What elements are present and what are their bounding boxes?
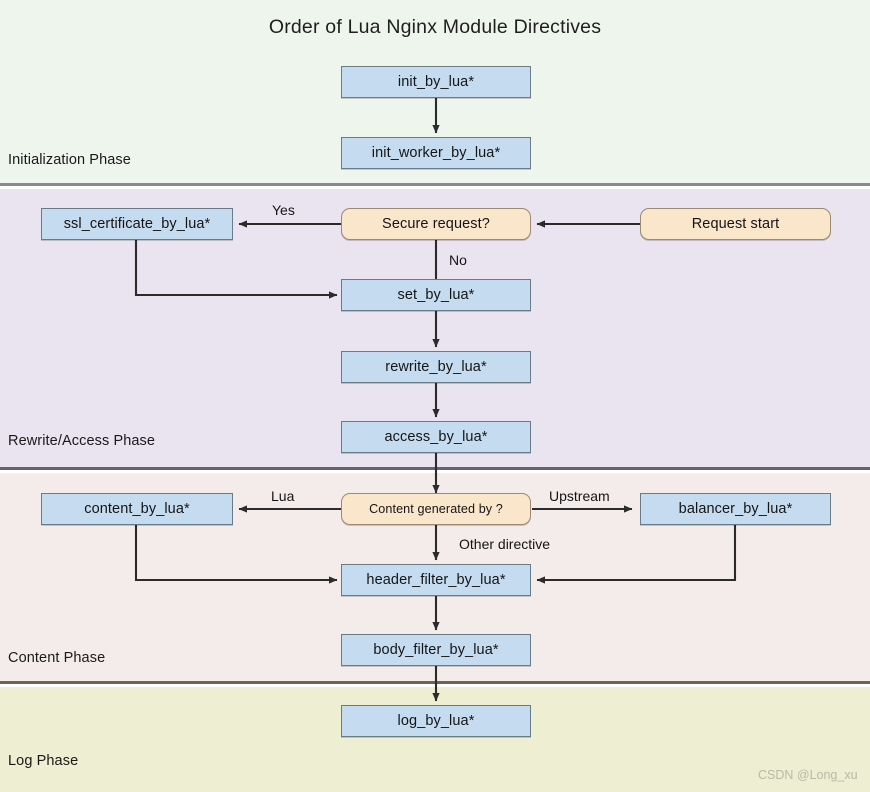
watermark: CSDN @Long_xu [758, 768, 858, 782]
node-label: set_by_lua* [397, 287, 475, 303]
node-content-generated-by[interactable]: Content generated by ? [341, 493, 531, 525]
node-header-filter-by-lua[interactable]: header_filter_by_lua* [341, 564, 531, 596]
node-label: Secure request? [382, 216, 490, 232]
lane-log-phase [0, 687, 870, 792]
node-balancer-by-lua[interactable]: balancer_by_lua* [640, 493, 831, 525]
flowchart-canvas: Order of Lua Nginx Module Directives ini… [0, 0, 870, 792]
node-request-start[interactable]: Request start [640, 208, 831, 240]
node-init-by-lua[interactable]: init_by_lua* [341, 66, 531, 98]
node-label: body_filter_by_lua* [373, 642, 499, 658]
node-access-by-lua[interactable]: access_by_lua* [341, 421, 531, 453]
node-rewrite-by-lua[interactable]: rewrite_by_lua* [341, 351, 531, 383]
phase-label-initialization: Initialization Phase [8, 152, 131, 168]
node-label: init_by_lua* [397, 74, 475, 90]
node-label: Content generated by ? [369, 502, 503, 516]
edge-label-yes: Yes [272, 202, 295, 218]
node-init-worker-by-lua[interactable]: init_worker_by_lua* [341, 137, 531, 169]
edge-label-lua: Lua [271, 488, 295, 504]
node-label: rewrite_by_lua* [385, 359, 487, 375]
node-ssl-certificate-by-lua[interactable]: ssl_certificate_by_lua* [41, 208, 233, 240]
node-body-filter-by-lua[interactable]: body_filter_by_lua* [341, 634, 531, 666]
node-content-by-lua[interactable]: content_by_lua* [41, 493, 233, 525]
edge-label-other-directive: Other directive [459, 536, 551, 552]
phase-label-rewrite-access: Rewrite/Access Phase [8, 433, 156, 449]
node-log-by-lua[interactable]: log_by_lua* [341, 705, 531, 737]
phase-label-content: Content Phase [8, 650, 106, 666]
node-label: init_worker_by_lua* [371, 145, 501, 161]
edge-label-no: No [449, 252, 467, 268]
node-label: content_by_lua* [84, 501, 190, 517]
node-label: ssl_certificate_by_lua* [63, 216, 211, 232]
node-label: Request start [691, 216, 780, 232]
node-label: log_by_lua* [397, 713, 475, 729]
phase-label-log: Log Phase [8, 753, 79, 769]
node-set-by-lua[interactable]: set_by_lua* [341, 279, 531, 311]
node-label: balancer_by_lua* [678, 501, 793, 517]
node-secure-request[interactable]: Secure request? [341, 208, 531, 240]
node-label: header_filter_by_lua* [366, 572, 506, 588]
diagram-title: Order of Lua Nginx Module Directives [268, 16, 602, 38]
node-label: access_by_lua* [384, 429, 488, 445]
edge-label-upstream: Upstream [549, 488, 610, 504]
